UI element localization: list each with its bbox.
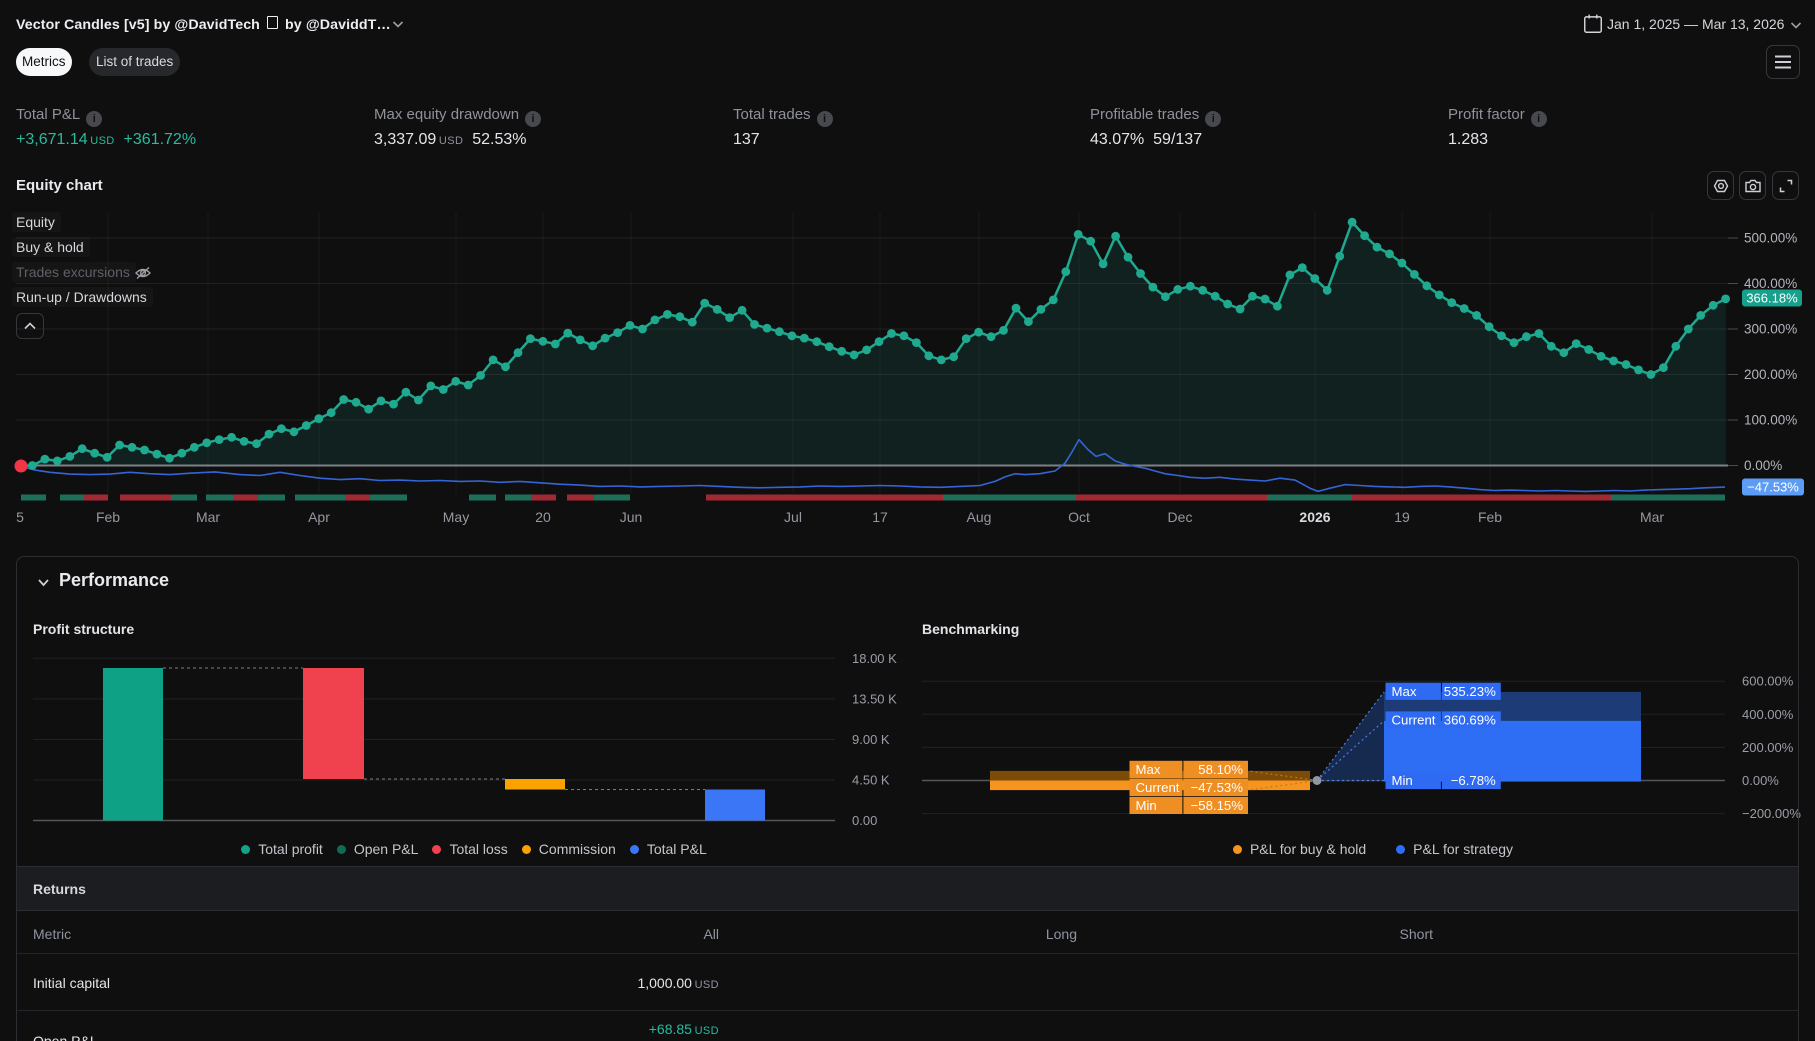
svg-text:Mar: Mar [1640, 509, 1664, 525]
svg-text:500.00%: 500.00% [1744, 231, 1797, 246]
svg-text:Jul: Jul [784, 509, 802, 525]
svg-text:May: May [443, 509, 469, 525]
svg-text:Oct: Oct [1068, 509, 1090, 525]
svg-text:−47.53%: −47.53% [1747, 480, 1799, 495]
svg-text:400.00%: 400.00% [1744, 276, 1797, 291]
svg-text:5: 5 [16, 509, 24, 525]
svg-text:Feb: Feb [96, 509, 120, 525]
svg-text:19: 19 [1394, 509, 1410, 525]
svg-text:2026: 2026 [1299, 509, 1330, 525]
svg-text:Dec: Dec [1168, 509, 1193, 525]
svg-text:0.00%: 0.00% [1744, 458, 1782, 473]
svg-text:20: 20 [535, 509, 551, 525]
svg-text:Apr: Apr [308, 509, 330, 525]
svg-text:366.18%: 366.18% [1746, 291, 1798, 306]
svg-text:100.00%: 100.00% [1744, 413, 1797, 428]
svg-text:Jun: Jun [620, 509, 643, 525]
svg-text:Mar: Mar [196, 509, 220, 525]
svg-text:300.00%: 300.00% [1744, 322, 1797, 337]
svg-text:200.00%: 200.00% [1744, 367, 1797, 382]
svg-text:17: 17 [872, 509, 888, 525]
svg-text:Aug: Aug [967, 509, 992, 525]
svg-text:Feb: Feb [1478, 509, 1502, 525]
